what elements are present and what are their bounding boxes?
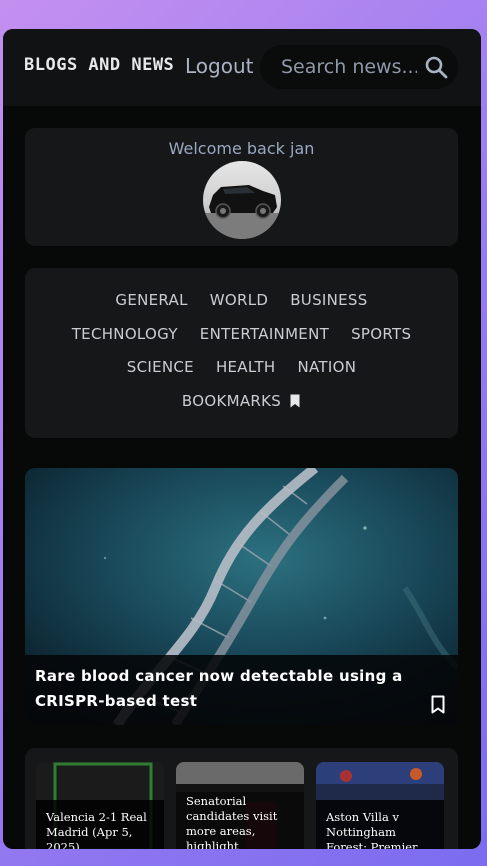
category-entertainment[interactable]: ENTERTAINMENT: [189, 325, 340, 343]
bookmarks-label: BOOKMARKS: [181, 392, 282, 410]
category-technology[interactable]: TECHNOLOGY: [61, 325, 189, 343]
category-row-4: BOOKMARKS: [25, 392, 458, 410]
news-card[interactable]: Valencia 2-1 Real Madrid (Apr 5, 2025): [36, 762, 164, 849]
category-general[interactable]: GENERAL: [104, 291, 198, 309]
category-row-1: GENERAL WORLD BUSINESS: [25, 291, 458, 309]
headline-overlay: Rare blood cancer now detectable using a…: [25, 655, 458, 725]
headline-text: Rare blood cancer now detectable using a…: [35, 667, 403, 710]
search-input[interactable]: [281, 53, 417, 81]
news-card-title: Aston Villa v Nottingham Forest: Premier: [316, 800, 444, 849]
category-world[interactable]: WORLD: [199, 291, 279, 309]
bookmark-icon: [290, 394, 300, 408]
bookmark-outline-icon[interactable]: [431, 695, 445, 714]
welcome-message: Welcome back jan: [168, 139, 315, 158]
news-card-title: Senatorial candidates visit more areas, …: [176, 784, 304, 849]
category-row-3: SCIENCE HEALTH NATION: [25, 358, 458, 376]
category-sports[interactable]: SPORTS: [340, 325, 422, 343]
bookmarks-link[interactable]: BOOKMARKS: [171, 392, 312, 410]
search-icon[interactable]: [424, 55, 448, 79]
category-health[interactable]: HEALTH: [205, 358, 287, 376]
search-bar: [260, 45, 458, 89]
category-menu: GENERAL WORLD BUSINESS TECHNOLOGY ENTERT…: [25, 268, 458, 438]
news-card[interactable]: Aston Villa v Nottingham Forest: Premier: [316, 762, 444, 849]
top-navbar: BLOGS AND NEWS Logout: [3, 29, 481, 106]
category-business[interactable]: BUSINESS: [279, 291, 378, 309]
category-row-2: TECHNOLOGY ENTERTAINMENT SPORTS: [25, 325, 458, 343]
more-news-strip: Valencia 2-1 Real Madrid (Apr 5, 2025) S…: [25, 748, 458, 849]
logout-button[interactable]: Logout: [185, 54, 253, 78]
app-window: BLOGS AND NEWS Logout Welcome back jan: [3, 29, 481, 849]
category-nation[interactable]: NATION: [287, 358, 368, 376]
news-card[interactable]: Senatorial candidates visit more areas, …: [176, 762, 304, 849]
site-brand[interactable]: BLOGS AND NEWS: [24, 55, 174, 75]
featured-article[interactable]: Rare blood cancer now detectable using a…: [25, 468, 458, 725]
avatar[interactable]: [203, 161, 281, 239]
category-science[interactable]: SCIENCE: [116, 358, 205, 376]
news-card-title: Valencia 2-1 Real Madrid (Apr 5, 2025): [36, 800, 164, 849]
welcome-card: Welcome back jan: [25, 128, 458, 246]
